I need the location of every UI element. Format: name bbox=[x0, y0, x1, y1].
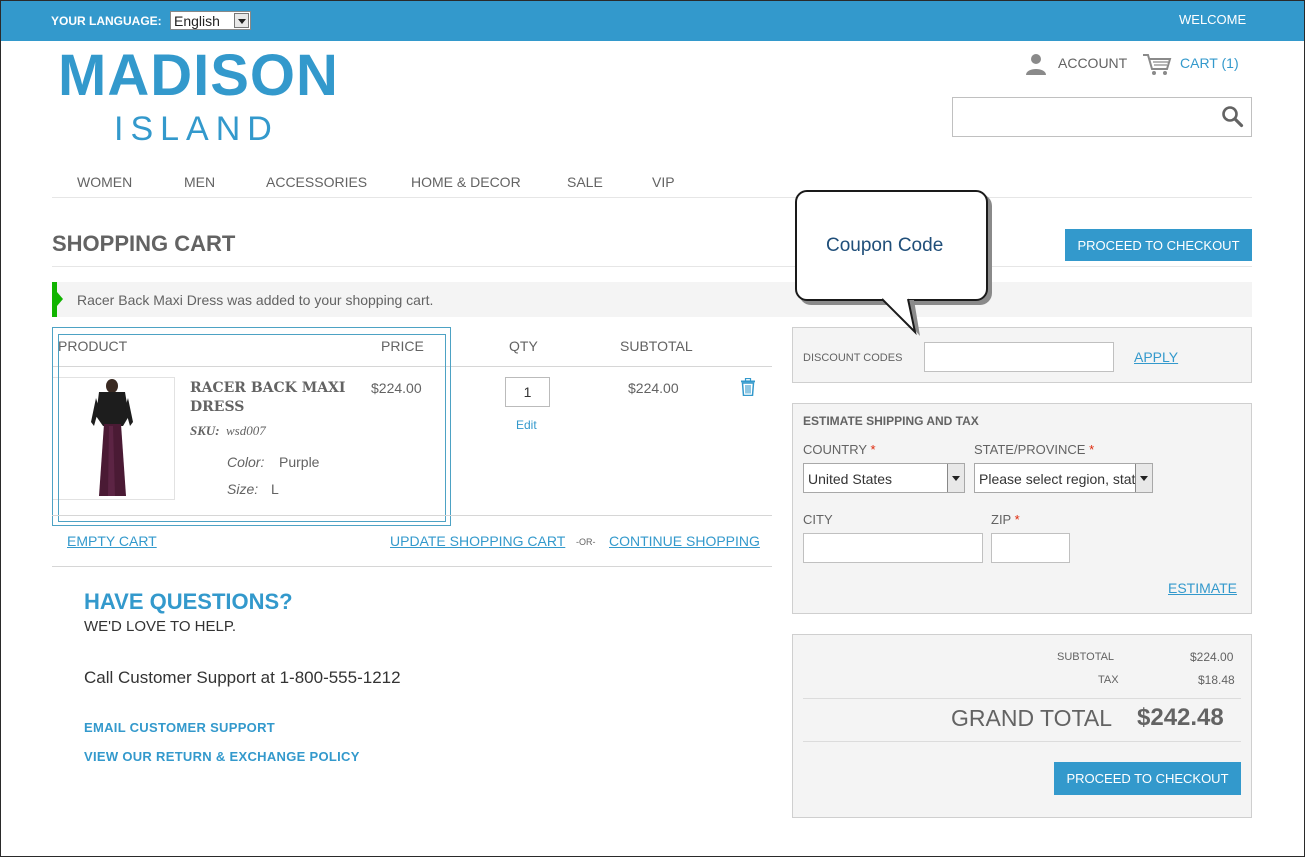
zip-input[interactable] bbox=[991, 533, 1070, 563]
proceed-to-checkout-button-bottom[interactable]: PROCEED TO CHECKOUT bbox=[1054, 762, 1241, 795]
language-label: YOUR LANGUAGE: bbox=[51, 14, 162, 28]
table-footer-divider bbox=[52, 515, 772, 516]
required-mark: * bbox=[1089, 442, 1095, 457]
email-support-link[interactable]: EMAIL CUSTOMER SUPPORT bbox=[84, 720, 275, 735]
grand-total-label: GRAND TOTAL bbox=[951, 705, 1113, 731]
welcome-text: WELCOME bbox=[1179, 12, 1247, 27]
cart-icon[interactable] bbox=[1142, 52, 1172, 76]
logo-island[interactable]: ISLAND bbox=[114, 110, 279, 149]
success-message-text: Racer Back Maxi Dress was added to your … bbox=[77, 292, 434, 308]
trash-icon[interactable] bbox=[740, 378, 756, 396]
proceed-to-checkout-button-top[interactable]: PROCEED TO CHECKOUT bbox=[1065, 229, 1252, 261]
actions-divider bbox=[52, 566, 772, 567]
country-label: COUNTRY * bbox=[803, 442, 876, 457]
quantity-input[interactable]: 1 bbox=[505, 377, 550, 407]
search-input[interactable] bbox=[952, 97, 1252, 137]
logo-madison[interactable]: MADISON bbox=[58, 42, 339, 109]
subtotal-value: $224.00 bbox=[1190, 650, 1234, 664]
city-input[interactable] bbox=[803, 533, 983, 563]
header-subtotal: SUBTOTAL bbox=[620, 338, 693, 354]
callout-text: Coupon Code bbox=[826, 235, 944, 256]
language-value: English bbox=[174, 13, 220, 29]
questions-subtitle: WE'D LOVE TO HELP. bbox=[84, 618, 237, 635]
continue-shopping-link[interactable]: CONTINUE SHOPPING bbox=[609, 533, 760, 549]
zip-label: ZIP * bbox=[991, 512, 1020, 527]
highlight-box-inner bbox=[58, 334, 446, 522]
chevron-down-icon bbox=[947, 464, 964, 492]
title-divider bbox=[52, 266, 1252, 267]
discount-code-input[interactable] bbox=[924, 342, 1114, 372]
account-link[interactable]: ACCOUNT bbox=[1058, 55, 1127, 71]
return-policy-link[interactable]: VIEW OUR RETURN & EXCHANGE POLICY bbox=[84, 749, 360, 764]
search-icon[interactable] bbox=[1220, 104, 1244, 128]
state-value: Please select region, state or province bbox=[979, 471, 1152, 487]
country-label-text: COUNTRY bbox=[803, 442, 867, 457]
state-label: STATE/PROVINCE * bbox=[974, 442, 1094, 457]
nav-vip[interactable]: VIP bbox=[652, 174, 675, 190]
state-select[interactable]: Please select region, state or province bbox=[974, 463, 1153, 493]
header-qty: QTY bbox=[509, 338, 538, 354]
language-select[interactable]: English bbox=[170, 11, 251, 30]
tax-value: $18.48 bbox=[1198, 673, 1235, 687]
state-label-text: STATE/PROVINCE bbox=[974, 442, 1086, 457]
grand-total-divider bbox=[803, 741, 1241, 742]
nav-sale[interactable]: SALE bbox=[567, 174, 603, 190]
required-mark: * bbox=[870, 442, 876, 457]
subtotal-label: SUBTOTAL bbox=[1057, 651, 1115, 663]
discount-label: DISCOUNT CODES bbox=[803, 352, 903, 364]
edit-item-link[interactable]: Edit bbox=[516, 418, 537, 432]
country-value: United States bbox=[808, 471, 893, 487]
required-mark: * bbox=[1014, 512, 1020, 527]
or-separator: -OR- bbox=[576, 537, 596, 547]
zip-label-text: ZIP bbox=[991, 512, 1011, 527]
support-phone: Call Customer Support at 1-800-555-1212 bbox=[84, 668, 401, 687]
user-icon[interactable] bbox=[1024, 53, 1048, 75]
callout-tail bbox=[881, 298, 920, 336]
success-arrow-icon bbox=[57, 292, 63, 306]
estimate-title: ESTIMATE SHIPPING AND TAX bbox=[803, 414, 979, 428]
tax-label: TAX bbox=[1098, 674, 1119, 686]
page-title: SHOPPING CART bbox=[52, 231, 236, 256]
country-select[interactable]: United States bbox=[803, 463, 965, 493]
city-label: CITY bbox=[803, 512, 833, 527]
chevron-down-icon bbox=[234, 13, 249, 28]
grand-total-value: $242.48 bbox=[1137, 704, 1224, 731]
estimate-link[interactable]: ESTIMATE bbox=[1168, 580, 1237, 596]
nav-divider bbox=[52, 197, 1252, 198]
cart-link[interactable]: CART (1) bbox=[1180, 55, 1239, 71]
chevron-down-icon bbox=[1135, 464, 1152, 492]
item-subtotal: $224.00 bbox=[628, 380, 679, 396]
update-cart-link[interactable]: UPDATE SHOPPING CART bbox=[390, 533, 565, 549]
nav-men[interactable]: MEN bbox=[184, 174, 215, 190]
nav-home-decor[interactable]: HOME & DECOR bbox=[411, 174, 521, 190]
totals-divider bbox=[803, 698, 1241, 699]
questions-title: HAVE QUESTIONS? bbox=[84, 589, 293, 614]
nav-accessories[interactable]: ACCESSORIES bbox=[266, 174, 367, 190]
empty-cart-link[interactable]: EMPTY CART bbox=[67, 533, 157, 549]
apply-link[interactable]: APPLY bbox=[1134, 349, 1178, 365]
nav-women[interactable]: WOMEN bbox=[77, 174, 132, 190]
